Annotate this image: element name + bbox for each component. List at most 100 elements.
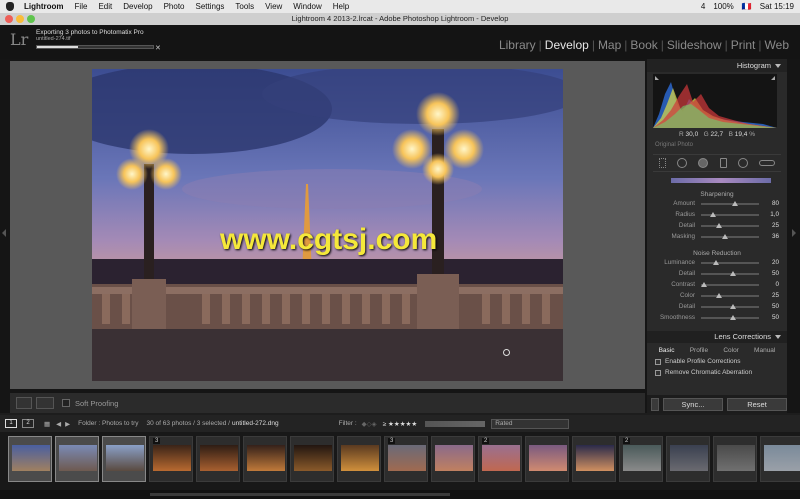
slider-track[interactable] <box>701 281 759 287</box>
slider-row[interactable]: Radius 1,0 <box>647 209 787 220</box>
checkbox-icon[interactable] <box>655 358 661 365</box>
sync-toggle-icon[interactable] <box>651 397 659 411</box>
menu-help[interactable]: Help <box>333 2 349 11</box>
menu-settings[interactable]: Settings <box>196 2 225 11</box>
module-slideshow[interactable]: Slideshow <box>664 38 725 52</box>
remove-chromatic-aberration-option[interactable]: Remove Chromatic Aberration <box>655 369 787 376</box>
clock[interactable]: Sat 15:19 <box>760 2 794 11</box>
target-adjust-icon[interactable] <box>503 349 510 356</box>
menu-lightroom[interactable]: Lightroom <box>24 2 64 11</box>
slider-thumb[interactable] <box>730 314 736 320</box>
slider-row[interactable]: Color 25 <box>647 290 787 301</box>
battery-text[interactable]: 100% <box>713 2 733 11</box>
adjustment-brush-icon[interactable] <box>759 160 776 166</box>
flag-icon[interactable]: 🇫🇷 <box>742 2 752 11</box>
filmstrip-thumbnail[interactable]: 2 <box>478 436 522 482</box>
slider-value[interactable]: 80 <box>765 200 779 207</box>
current-file[interactable]: untitled-272.dng <box>232 420 279 427</box>
tab-manual[interactable]: Manual <box>754 347 775 354</box>
slider-value[interactable]: 25 <box>765 292 779 299</box>
filmstrip-thumbnail[interactable] <box>431 436 475 482</box>
menu-develop[interactable]: Develop <box>123 2 152 11</box>
enable-profile-corrections-option[interactable]: Enable Profile Corrections <box>655 358 787 365</box>
module-book[interactable]: Book <box>627 38 660 52</box>
slider-row[interactable]: Amount 80 <box>647 198 787 209</box>
slider-thumb[interactable] <box>709 211 716 217</box>
filmstrip-thumbnail[interactable] <box>572 436 616 482</box>
highlight-clipping-icon[interactable] <box>771 76 775 80</box>
stack-count-badge[interactable]: 2 <box>623 438 631 444</box>
menu-edit[interactable]: Edit <box>98 2 112 11</box>
slider-value[interactable]: 50 <box>765 314 779 321</box>
folder-source[interactable]: Folder : Photos to try <box>78 420 138 427</box>
stack-count-badge[interactable]: 3 <box>388 438 396 444</box>
slider-track[interactable] <box>701 303 759 309</box>
slider-track[interactable] <box>701 270 759 276</box>
slider-thumb[interactable] <box>721 233 728 239</box>
slider-value[interactable]: 1,0 <box>765 211 779 218</box>
crop-icon[interactable] <box>658 158 666 168</box>
filmstrip-thumbnail[interactable] <box>55 436 99 482</box>
cancel-export-icon[interactable]: ✕ <box>155 44 161 52</box>
filmstrip-thumbnail[interactable] <box>8 436 52 482</box>
tab-color[interactable]: Color <box>723 347 739 354</box>
filter-preset-dropdown[interactable]: Rated <box>491 418 570 429</box>
slider-thumb[interactable] <box>730 270 736 276</box>
slider-thumb[interactable] <box>730 303 736 309</box>
slider-thumb[interactable] <box>712 259 719 265</box>
slider-value[interactable]: 36 <box>765 233 779 240</box>
monitor-1-button[interactable]: 1 <box>5 419 17 428</box>
filmstrip-thumbnail[interactable] <box>760 436 800 482</box>
filmstrip-thumbnail[interactable] <box>102 436 146 482</box>
scrollbar-thumb[interactable] <box>150 493 450 496</box>
slider-row[interactable]: Detail 50 <box>647 268 787 279</box>
back-arrow-icon[interactable]: ◀ <box>56 420 61 428</box>
sync-button[interactable]: Sync... <box>663 397 723 411</box>
filmstrip-thumbnail[interactable]: 2 <box>619 436 663 482</box>
stack-count-badge[interactable]: 3 <box>153 438 161 444</box>
histogram-header[interactable]: Histogram <box>647 59 787 72</box>
monitor-2-button[interactable]: 2 <box>22 419 34 428</box>
slider-row[interactable]: Detail 50 <box>647 301 787 312</box>
zoom-icon[interactable] <box>27 15 35 23</box>
lens-corrections-header[interactable]: Lens Corrections <box>647 331 787 343</box>
slider-thumb[interactable] <box>715 222 722 228</box>
slider-value[interactable]: 50 <box>765 303 779 310</box>
red-eye-icon[interactable] <box>698 158 709 168</box>
module-library[interactable]: Library <box>496 38 539 52</box>
grid-icon[interactable]: ▦ <box>44 420 50 428</box>
slider-value[interactable]: 0 <box>765 281 779 288</box>
reset-button[interactable]: Reset <box>727 397 787 411</box>
apple-icon[interactable] <box>6 2 14 11</box>
slider-thumb[interactable] <box>715 292 722 298</box>
slider-row[interactable]: Smoothness 50 <box>647 312 787 323</box>
filmstrip-thumbnail[interactable] <box>525 436 569 482</box>
menu-tools[interactable]: Tools <box>235 2 254 11</box>
slider-track[interactable] <box>701 200 759 206</box>
module-print[interactable]: Print <box>728 38 759 52</box>
main-photo[interactable]: www.cgtsj.com <box>92 69 563 381</box>
minimize-icon[interactable] <box>16 15 24 23</box>
filmstrip-thumbnail[interactable] <box>713 436 757 482</box>
slider-row[interactable]: Contrast 0 <box>647 279 787 290</box>
slider-value[interactable]: 20 <box>765 259 779 266</box>
graduated-filter-icon[interactable] <box>719 158 727 168</box>
menu-window[interactable]: Window <box>293 2 321 11</box>
filmstrip-thumbnail[interactable] <box>666 436 710 482</box>
slider-track[interactable] <box>701 211 759 217</box>
spot-removal-icon[interactable] <box>676 158 687 168</box>
filmstrip-thumbnail[interactable]: 3 <box>384 436 428 482</box>
slider-row[interactable]: Luminance 20 <box>647 257 787 268</box>
menu-view[interactable]: View <box>265 2 282 11</box>
close-icon[interactable] <box>5 15 13 23</box>
histogram[interactable] <box>653 74 777 128</box>
before-after-button[interactable] <box>36 397 54 409</box>
slider-track[interactable] <box>701 292 759 298</box>
star-filter-icon[interactable]: ≥ ★★★★★ <box>383 420 418 428</box>
loupe-view-button[interactable] <box>16 397 32 409</box>
soft-proofing-checkbox[interactable] <box>62 399 70 407</box>
forward-arrow-icon[interactable]: ▶ <box>65 420 70 428</box>
notification-count[interactable]: 4 <box>701 2 705 11</box>
slider-track[interactable] <box>701 314 759 320</box>
filmstrip-thumbnail[interactable] <box>243 436 287 482</box>
